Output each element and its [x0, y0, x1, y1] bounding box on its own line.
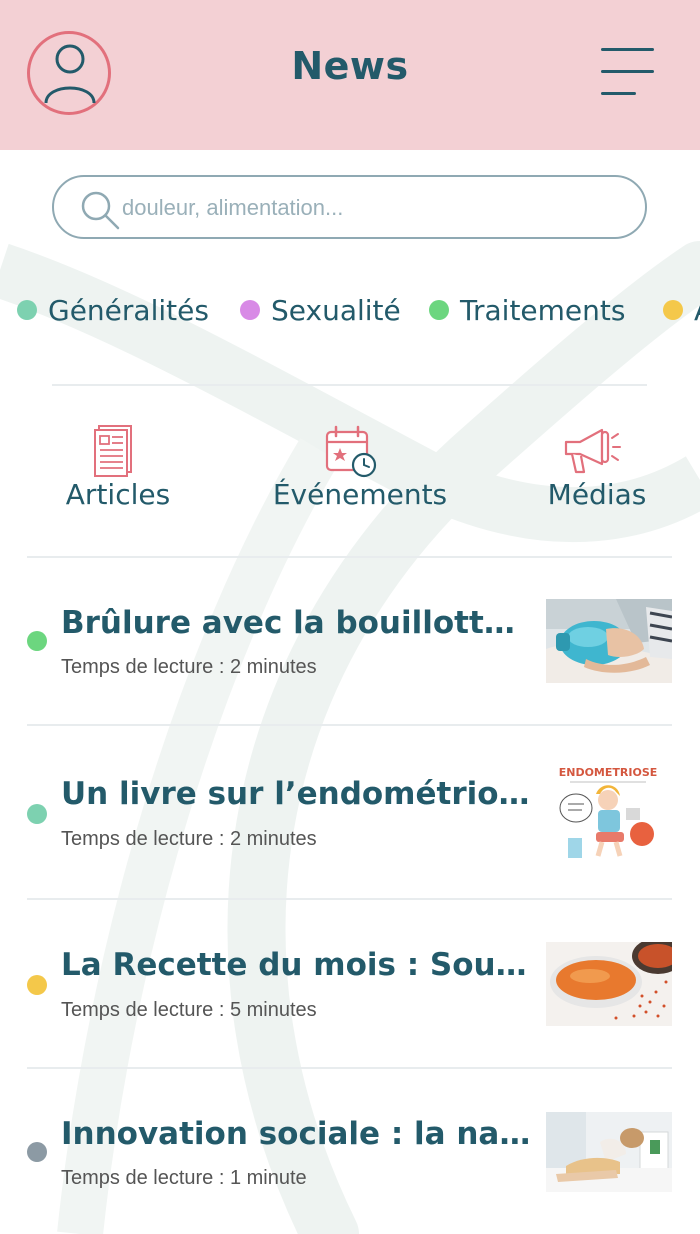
- content-type-tabs: Articles Événements Médias: [0, 420, 700, 520]
- category-label: A: [694, 294, 700, 327]
- article-reading-time: Temps de lecture : 5 minutes: [61, 999, 317, 1021]
- article-title: Innovation sociale : la naiss…: [61, 1116, 531, 1152]
- article-title: Brûlure avec la bouillotte : l…: [61, 605, 531, 641]
- article-thumbnail: ENDOMETRIOSE: [556, 764, 660, 860]
- category-label: Sexualité: [271, 293, 401, 327]
- article-reading-time: Temps de lecture : 2 minutes: [61, 828, 317, 850]
- category-dot: [663, 300, 683, 320]
- article-thumbnail: [546, 1112, 672, 1192]
- menu-line-icon: [601, 92, 636, 95]
- category-filter-row: Généralités Sexualité Traitements A: [0, 285, 700, 340]
- category-dot: [429, 300, 449, 320]
- article-thumbnail: [546, 599, 672, 683]
- hamburger-menu-button[interactable]: [598, 46, 656, 100]
- category-label: Généralités: [48, 293, 209, 327]
- calendar-clock-icon: [325, 425, 377, 478]
- category-traitements[interactable]: Traitements: [429, 285, 625, 335]
- tab-label: Articles: [65, 478, 171, 511]
- article-reading-time: Temps de lecture : 1 minute: [61, 1167, 307, 1189]
- tab-label: Médias: [547, 478, 647, 511]
- woman-in-pain-image: [546, 1112, 672, 1192]
- tab-label: Événements: [272, 478, 448, 511]
- newspaper-icon: [94, 425, 132, 477]
- category-dot: [27, 1142, 47, 1162]
- article-title: La Recette du mois : Soupe …: [61, 947, 531, 983]
- article-card[interactable]: Un livre sur l’endométriose … Temps de l…: [0, 730, 700, 898]
- divider: [52, 384, 647, 386]
- article-card[interactable]: La Recette du mois : Soupe … Temps de le…: [0, 901, 700, 1069]
- article-title: Un livre sur l’endométriose …: [61, 776, 531, 812]
- search-icon: [81, 191, 120, 230]
- menu-line-icon: [601, 48, 654, 51]
- category-generalites[interactable]: Généralités: [17, 285, 209, 335]
- page-title: News: [291, 44, 409, 88]
- category-sexualite[interactable]: Sexualité: [240, 285, 401, 335]
- category-label: Traitements: [460, 293, 626, 327]
- app-header: News: [0, 0, 700, 150]
- article-card[interactable]: Brûlure avec la bouillotte : l… Temps de…: [0, 557, 700, 725]
- search-input[interactable]: [122, 190, 622, 226]
- book-title-lettering: ENDOMETRIOSE: [559, 766, 658, 779]
- article-reading-time: Temps de lecture : 2 minutes: [61, 656, 317, 678]
- soup-bowl-image: [546, 942, 672, 1026]
- tab-medias[interactable]: Médias: [540, 420, 654, 520]
- article-thumbnail: [546, 942, 672, 1026]
- category-alimentation[interactable]: A: [663, 285, 700, 335]
- category-dot: [27, 975, 47, 995]
- hot-water-bottle-image: [546, 599, 672, 683]
- search-bar[interactable]: [52, 175, 647, 239]
- article-card[interactable]: Innovation sociale : la naiss… Temps de …: [0, 1070, 700, 1234]
- menu-line-icon: [601, 70, 654, 73]
- megaphone-icon: [564, 428, 621, 474]
- book-cover-image: ENDOMETRIOSE: [556, 764, 660, 860]
- tab-articles[interactable]: Articles: [50, 420, 186, 520]
- divider: [27, 898, 672, 900]
- category-dot: [27, 631, 47, 651]
- tab-evenements[interactable]: Événements: [262, 420, 458, 520]
- category-dot: [17, 300, 37, 320]
- category-dot: [240, 300, 260, 320]
- category-dot: [27, 804, 47, 824]
